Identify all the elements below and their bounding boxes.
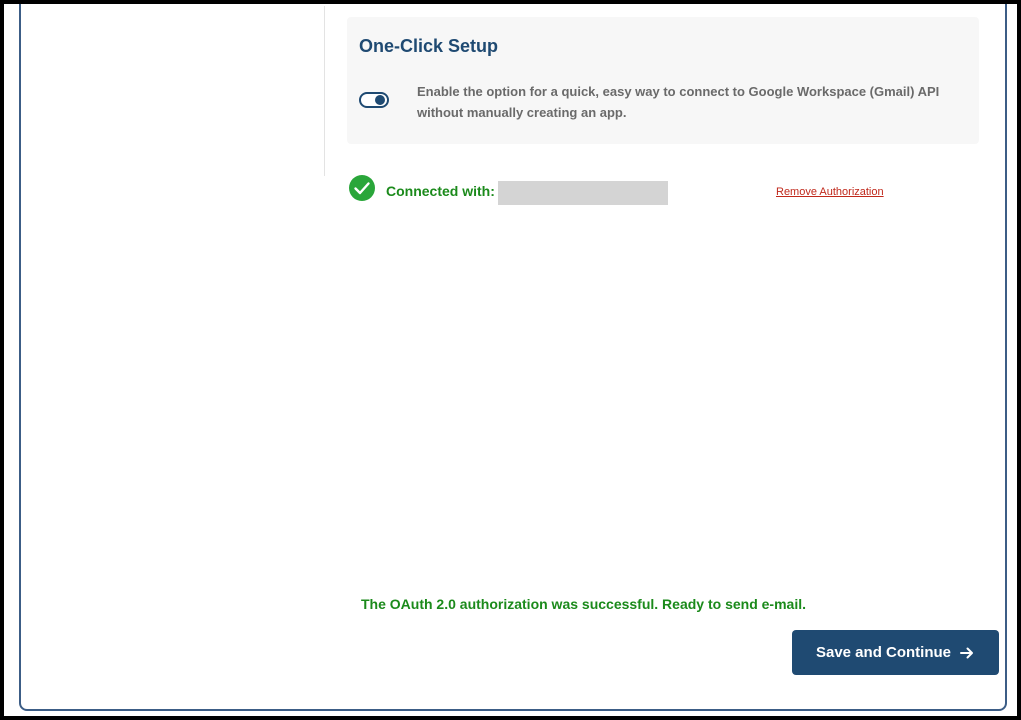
redacted-email [498,181,668,205]
save-and-continue-button[interactable]: Save and Continue [792,630,999,675]
remove-authorization-link[interactable]: Remove Authorization [776,186,884,198]
toggle-knob [375,95,385,105]
arrow-right-icon [960,647,974,658]
oauth-success-message: The OAuth 2.0 authorization was successf… [361,596,806,612]
save-button-label: Save and Continue [815,644,952,661]
one-click-setup-toggle[interactable] [359,92,389,108]
check-circle-icon [349,175,375,201]
sidebar-divider [324,6,325,176]
connected-with-label: Connected with: [386,183,495,199]
setup-card: One-Click Setup Enable the option for a … [19,4,1007,711]
setup-title: One-Click Setup [359,36,499,56]
window-frame: One-Click Setup Enable the option for a … [0,0,1021,720]
one-click-setup-panel: One-Click Setup Enable the option for a … [347,17,979,144]
setup-description: Enable the option for a quick, easy way … [417,84,940,120]
